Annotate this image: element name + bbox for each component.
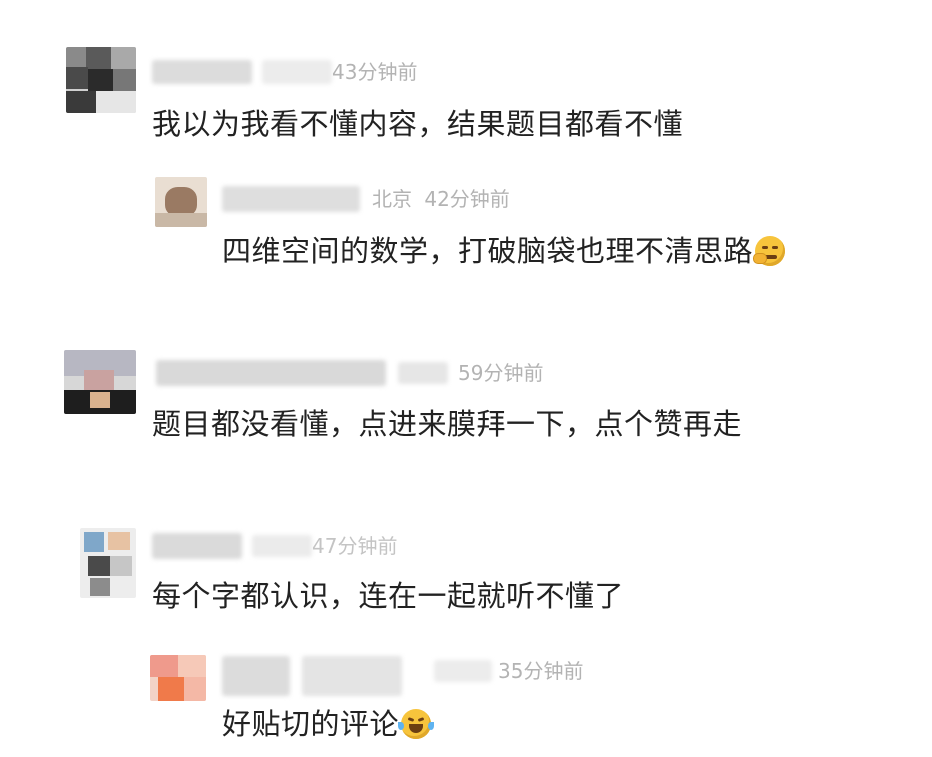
comment-time: 42分钟前 [424, 187, 510, 211]
comment-text-line: 好贴切的评论 [222, 706, 435, 742]
username-blurred[interactable] [152, 60, 252, 84]
username-blurred [398, 362, 448, 384]
comment-time: 59分钟前 [458, 361, 544, 385]
username-blurred [262, 60, 332, 84]
comment-location-time: 北京 42分钟前 [372, 187, 510, 211]
comment-time: 43分钟前 [332, 60, 418, 84]
username-blurred [302, 656, 402, 696]
username-blurred[interactable] [152, 533, 242, 559]
username-blurred [252, 535, 312, 557]
thinking-hand-emoji-icon [753, 236, 786, 266]
avatar[interactable] [80, 528, 136, 598]
avatar[interactable] [66, 47, 136, 113]
comment-text: 好贴切的评论 [222, 707, 400, 741]
username-blurred[interactable] [156, 360, 386, 386]
comment-text: 题目都没看懂，点进来膜拜一下，点个赞再走 [152, 407, 743, 441]
avatar[interactable] [150, 655, 206, 701]
comment-time: 47分钟前 [312, 534, 398, 558]
laughing-tears-emoji-icon [398, 709, 435, 739]
comment-text: 四维空间的数学，打破脑袋也理不清思路 [222, 234, 754, 268]
comment-location: 北京 [372, 187, 412, 211]
comment-text-line: 四维空间的数学，打破脑袋也理不清思路 [222, 233, 786, 269]
avatar[interactable] [64, 350, 136, 414]
comment-text: 我以为我看不懂内容，结果题目都看不懂 [152, 107, 684, 141]
avatar[interactable] [155, 177, 207, 227]
username-blurred [434, 660, 492, 682]
username-blurred[interactable] [222, 656, 290, 696]
comment-text: 每个字都认识，连在一起就听不懂了 [152, 579, 625, 613]
comment-time: 35分钟前 [498, 659, 584, 683]
username-blurred[interactable] [222, 186, 360, 212]
